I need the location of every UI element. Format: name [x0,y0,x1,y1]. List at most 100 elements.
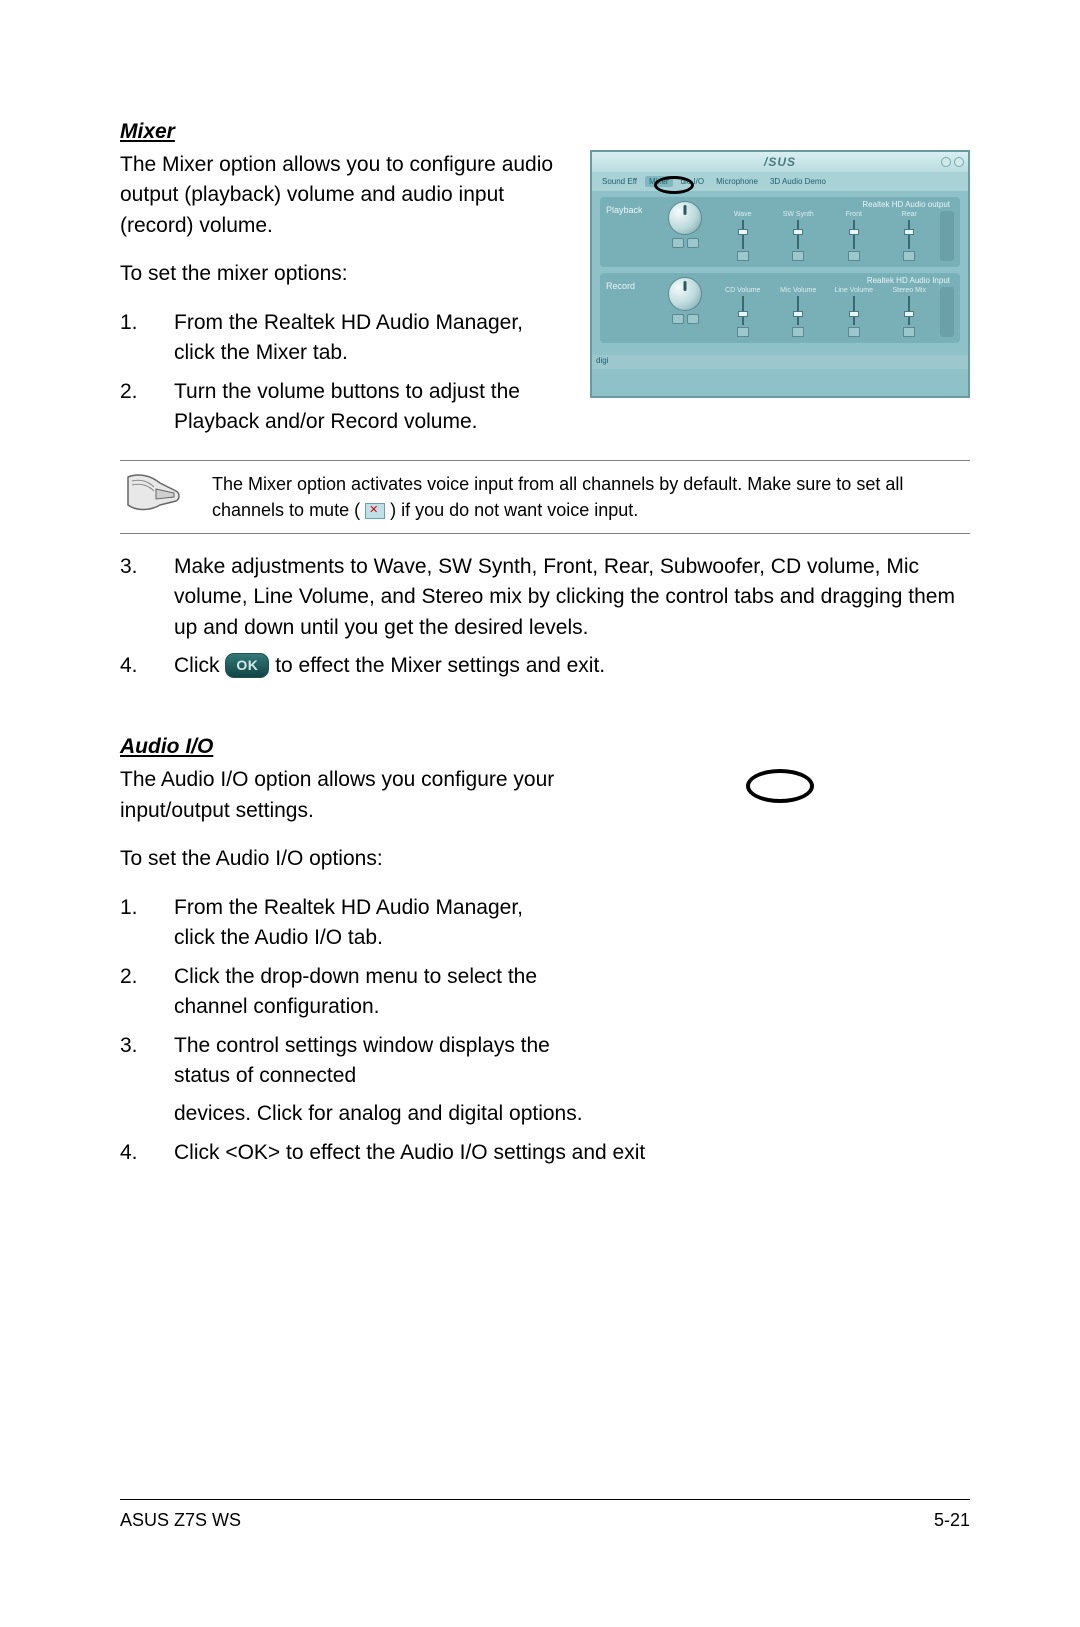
slider-mic[interactable]: Mic Volume [774,287,824,337]
slider-track[interactable] [797,296,799,325]
slider-thumb[interactable] [793,229,803,235]
slider-label: Line Volume [834,287,873,294]
audio-step-1: 1. From the Realtek HD Audio Manager, cl… [120,893,566,954]
step-number-blank [120,1099,154,1129]
mute-toggle[interactable] [792,327,804,337]
mixer-preamble: To set the mixer options: [120,259,566,289]
step-number: 1. [120,308,154,369]
footer-right: 5-21 [934,1510,970,1531]
mixer-intro: The Mixer option allows you to configure… [120,150,566,241]
mute-toggle[interactable] [903,327,915,337]
step-text: Click the drop-down menu to select the c… [174,962,566,1023]
audio-preamble: To set the Audio I/O options: [120,844,566,874]
callout-oval-audio-io-tab [746,769,814,803]
step-text: From the Realtek HD Audio Manager, click… [174,893,566,954]
mute-icon [365,503,385,519]
record-mute-button[interactable] [672,314,684,324]
slider-thumb[interactable] [904,311,914,317]
record-section: Record Realtek HD Audio Input [600,273,960,343]
slider-cd[interactable]: CD Volume [718,287,768,337]
step-text: devices. Click for analog and digital op… [174,1099,970,1129]
tab-audio-io[interactable]: dio I/O [677,176,709,187]
mixer-step-2: 2. Turn the volume buttons to adjust the… [120,377,566,438]
slider-label: Mic Volume [780,287,816,294]
tab-mixer[interactable]: Mixer [645,176,673,187]
audio-step-2: 2. Click the drop-down menu to select th… [120,962,566,1023]
slider-thumb[interactable] [904,229,914,235]
step-number: 3. [120,552,154,643]
slider-label: CD Volume [725,287,760,294]
slider-track[interactable] [797,220,799,249]
slider-line[interactable]: Line Volume [829,287,879,337]
step-text: Click <OK> to effect the Audio I/O setti… [174,1138,970,1168]
audio-step-4: 4. Click <OK> to effect the Audio I/O se… [120,1138,970,1168]
step-number: 4. [120,651,154,681]
step4-text-a: Click [174,654,225,677]
step-number: 2. [120,962,154,1023]
tab-3d-audio[interactable]: 3D Audio Demo [766,176,830,187]
slider-label: Stereo Mix [893,287,926,294]
playback-section: Playback Realtek HD Audio output [600,197,960,267]
minimize-icon[interactable] [941,157,951,167]
step-text: From the Realtek HD Audio Manager, click… [174,308,566,369]
asus-logo: /SUS [764,155,796,169]
slider-swsynth[interactable]: SW Synth [774,211,824,261]
step-number: 1. [120,893,154,954]
playback-mute-button[interactable] [672,238,684,248]
slider-track[interactable] [742,296,744,325]
mute-toggle[interactable] [848,251,860,261]
slider-track[interactable] [908,296,910,325]
audio-intro: The Audio I/O option allows you configur… [120,765,566,826]
slider-label: Rear [902,211,917,218]
playback-settings-button[interactable] [687,238,699,248]
record-label: Record [606,277,652,337]
step-text: The control settings window displays the… [174,1031,566,1092]
slider-rear[interactable]: Rear [885,211,935,261]
slider-wave[interactable]: Wave [718,211,768,261]
slider-track[interactable] [908,220,910,249]
slider-thumb[interactable] [849,229,859,235]
tab-microphone[interactable]: Microphone [712,176,762,187]
slider-label: Wave [734,211,752,218]
mute-toggle[interactable] [903,251,915,261]
scroll-right-button[interactable] [940,211,954,261]
step-text: Turn the volume buttons to adjust the Pl… [174,377,566,438]
step-number: 2. [120,377,154,438]
mixer-screenshot: /SUS Sound Eff Mixer dio I/O Microphone … [590,150,970,398]
slider-thumb[interactable] [849,311,859,317]
tab-bar[interactable]: Sound Eff Mixer dio I/O Microphone 3D Au… [592,172,968,191]
slider-track[interactable] [853,220,855,249]
playback-device-title: Realtek HD Audio output [718,201,954,211]
slider-thumb[interactable] [738,229,748,235]
playback-volume-knob[interactable] [668,201,702,235]
close-icon[interactable] [954,157,964,167]
mute-toggle[interactable] [737,327,749,337]
slider-track[interactable] [853,296,855,325]
playback-label: Playback [606,201,652,261]
window-controls[interactable] [941,157,964,167]
note-text: The Mixer option activates voice input f… [212,471,970,523]
step4-text-b: to effect the Mixer settings and exit. [275,654,605,677]
scroll-right-button[interactable] [940,287,954,337]
slider-track[interactable] [742,220,744,249]
footer-left: ASUS Z7S WS [120,1510,241,1531]
mute-toggle[interactable] [848,327,860,337]
mute-toggle[interactable] [792,251,804,261]
slider-label: Front [846,211,862,218]
slider-stereomix[interactable]: Stereo Mix [885,287,935,337]
slider-thumb[interactable] [738,311,748,317]
record-volume-knob[interactable] [668,277,702,311]
tab-sound-effect[interactable]: Sound Eff [598,176,641,187]
record-settings-button[interactable] [687,314,699,324]
slider-thumb[interactable] [793,311,803,317]
status-bar: digi [592,355,968,369]
mixer-step-4: 4. Click OK to effect the Mixer settings… [120,651,970,681]
slider-front[interactable]: Front [829,211,879,261]
mixer-step-3: 3. Make adjustments to Wave, SW Synth, F… [120,552,970,643]
note-callout: The Mixer option activates voice input f… [120,460,970,534]
step-number: 4. [120,1138,154,1168]
mixer-step-1: 1. From the Realtek HD Audio Manager, cl… [120,308,566,369]
mute-toggle[interactable] [737,251,749,261]
step-text: Make adjustments to Wave, SW Synth, Fron… [174,552,970,643]
page-footer: ASUS Z7S WS 5-21 [120,1499,970,1531]
